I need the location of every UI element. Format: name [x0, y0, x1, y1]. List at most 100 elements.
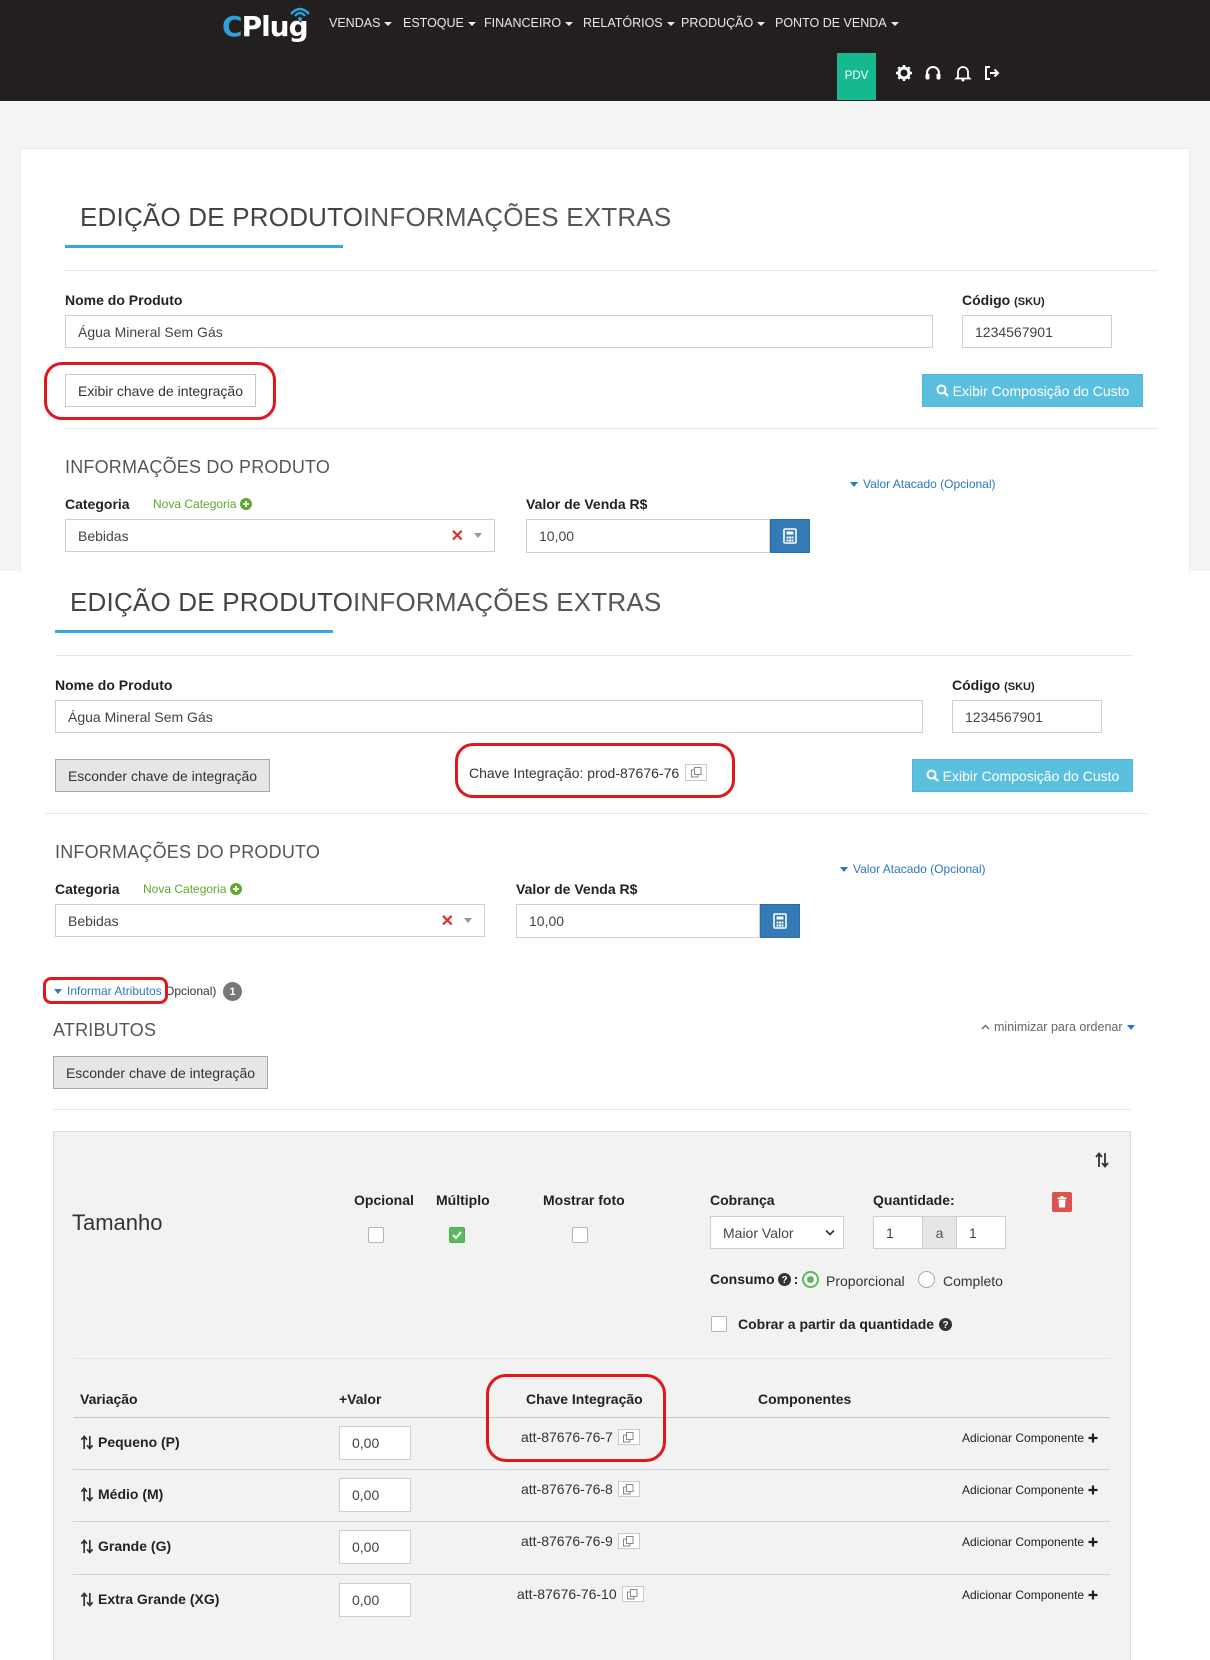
- sort-icon[interactable]: [1095, 1152, 1109, 1168]
- plus-icon: [1088, 1485, 1098, 1495]
- active-tab-indicator: [65, 245, 343, 248]
- gear-icon[interactable]: [895, 64, 913, 82]
- tab-edicao-produto[interactable]: EDIÇÃO DE PRODUTO: [80, 202, 363, 233]
- clear-icon[interactable]: ✕: [451, 526, 464, 546]
- add-component-label: Adicionar Componente: [962, 1431, 1085, 1445]
- menu-producao[interactable]: PRODUÇÃO: [681, 16, 766, 36]
- chevron-down-icon: [474, 533, 482, 538]
- sku-input[interactable]: 1234567901: [952, 700, 1102, 733]
- add-component-label: Adicionar Componente: [962, 1483, 1085, 1497]
- sort-handle-icon[interactable]: [80, 1591, 94, 1607]
- charge-value: Maior Valor: [723, 1224, 794, 1241]
- headset-icon[interactable]: [924, 64, 942, 82]
- consumption-proportional-radio[interactable]: [802, 1271, 819, 1288]
- divider: [73, 1358, 1110, 1359]
- highlight-annotation: [486, 1374, 666, 1462]
- variation-value-input[interactable]: 0,00: [339, 1478, 411, 1512]
- svg-text:?: ?: [781, 1275, 787, 1286]
- calculator-button[interactable]: [770, 519, 810, 553]
- category-label: Categoria: [65, 496, 130, 512]
- table-row: Grande (G): [80, 1538, 171, 1554]
- product-name-label: Nome do Produto: [55, 677, 173, 693]
- search-icon: [926, 769, 939, 782]
- copy-button[interactable]: [617, 1481, 640, 1497]
- menu-vendas[interactable]: VENDAS: [329, 16, 393, 36]
- add-component-link[interactable]: Adicionar Componente: [962, 1535, 1098, 1549]
- variation-value-input[interactable]: 0,00: [339, 1530, 411, 1564]
- calculator-button[interactable]: [760, 904, 800, 938]
- quantity-max-input[interactable]: 1: [956, 1216, 1006, 1249]
- hide-integration-key-button[interactable]: Esconder chave de integração: [55, 759, 270, 792]
- hide-integration-key-button-2[interactable]: Esconder chave de integração: [53, 1056, 268, 1089]
- sort-handle-icon[interactable]: [80, 1434, 94, 1450]
- sku-input[interactable]: 1234567901: [962, 315, 1112, 348]
- charge-select[interactable]: Maior Valor: [710, 1216, 844, 1249]
- plus-circle-icon: [230, 883, 243, 895]
- minimize-to-sort-link[interactable]: minimizar para ordenar: [981, 1020, 1135, 1034]
- cost-composition-button[interactable]: Exibir Composição do Custo: [912, 759, 1133, 792]
- tab-edicao-produto-2[interactable]: EDIÇÃO DE PRODUTO: [70, 587, 353, 618]
- add-component-link[interactable]: Adicionar Componente: [962, 1588, 1098, 1602]
- category-value: Bebidas: [68, 912, 119, 929]
- cost-composition-button[interactable]: Exibir Composição do Custo: [922, 374, 1143, 407]
- sign-out-icon[interactable]: [983, 64, 1001, 82]
- new-category-link[interactable]: Nova Categoria: [153, 497, 253, 511]
- cplug-logo[interactable]: CPlug: [222, 4, 314, 50]
- add-component-link[interactable]: Adicionar Componente: [962, 1483, 1098, 1497]
- show-photo-checkbox[interactable]: [572, 1227, 588, 1243]
- variation-value-input[interactable]: 0,00: [339, 1426, 411, 1460]
- quantity-min-input[interactable]: 1: [873, 1216, 923, 1249]
- product-name-input[interactable]: Água Mineral Sem Gás: [55, 700, 923, 733]
- menu-relatorios[interactable]: RELATÓRIOS: [583, 16, 675, 36]
- divider: [65, 428, 1158, 429]
- sku-label: Código (SKU): [962, 292, 1045, 308]
- multiple-checkbox[interactable]: [449, 1227, 465, 1243]
- search-icon: [936, 384, 949, 397]
- attribute-name: Tamanho: [72, 1210, 163, 1235]
- plus-circle-icon: [240, 498, 253, 510]
- add-component-link[interactable]: Adicionar Componente: [962, 1431, 1098, 1445]
- quantity-column-label: Quantidade:: [873, 1192, 955, 1208]
- consumption-label: Consumo ? :: [710, 1271, 799, 1287]
- variation-key-text: att-87676-76-10: [517, 1586, 617, 1602]
- attributes-count-badge: 1: [223, 982, 242, 1001]
- charge-column-label: Cobrança: [710, 1192, 775, 1208]
- clear-icon[interactable]: ✕: [441, 911, 454, 931]
- plus-icon: [1088, 1537, 1098, 1547]
- tab-informacoes-extras[interactable]: INFORMAÇÕES EXTRAS: [363, 202, 671, 233]
- pdv-button[interactable]: PDV: [837, 53, 876, 100]
- wifi-icon: [290, 7, 310, 21]
- copy-button[interactable]: [617, 1533, 640, 1549]
- new-category-link[interactable]: Nova Categoria: [143, 882, 243, 896]
- delete-attribute-button[interactable]: [1052, 1192, 1072, 1212]
- bell-icon[interactable]: [954, 64, 972, 82]
- menu-estoque[interactable]: ESTOQUE: [403, 16, 476, 36]
- sort-handle-icon[interactable]: [80, 1538, 94, 1554]
- optional-checkbox[interactable]: [368, 1227, 384, 1243]
- product-info-title: INFORMAÇÕES DO PRODUTO: [65, 457, 331, 477]
- copy-button[interactable]: [621, 1586, 644, 1602]
- sale-price-input[interactable]: 10,00: [516, 904, 760, 938]
- menu-ponto-de-venda[interactable]: PONTO DE VENDA: [775, 16, 899, 36]
- wholesale-value-toggle[interactable]: Valor Atacado (Opcional): [840, 862, 986, 876]
- variation-name: Extra Grande (XG): [98, 1591, 220, 1607]
- product-name-input[interactable]: Água Mineral Sem Gás: [65, 315, 933, 348]
- category-select[interactable]: Bebidas ✕: [65, 519, 495, 552]
- tab-informacoes-extras-2[interactable]: INFORMAÇÕES EXTRAS: [353, 587, 661, 618]
- table-row: Pequeno (P): [80, 1434, 180, 1450]
- variation-name: Pequeno (P): [98, 1434, 180, 1450]
- sale-price-input[interactable]: 10,00: [526, 519, 770, 553]
- wholesale-value-toggle[interactable]: Valor Atacado (Opcional): [850, 477, 996, 491]
- charge-from-quantity-checkbox[interactable]: [711, 1316, 727, 1332]
- add-component-label: Adicionar Componente: [962, 1535, 1085, 1549]
- variation-key-text: att-87676-76-9: [521, 1533, 613, 1549]
- charge-from-quantity-label: Cobrar a partir da quantidade ?: [738, 1316, 953, 1332]
- consumption-complete-radio[interactable]: [918, 1271, 935, 1288]
- variation-value-input[interactable]: 0,00: [339, 1583, 411, 1617]
- category-select[interactable]: Bebidas ✕: [55, 904, 485, 937]
- components-header: Componentes: [758, 1391, 852, 1407]
- table-row-line: [73, 1521, 1110, 1522]
- menu-financeiro[interactable]: FINANCEIRO: [484, 16, 574, 36]
- sort-handle-icon[interactable]: [80, 1486, 94, 1502]
- cost-button-label: Exibir Composição do Custo: [942, 767, 1120, 784]
